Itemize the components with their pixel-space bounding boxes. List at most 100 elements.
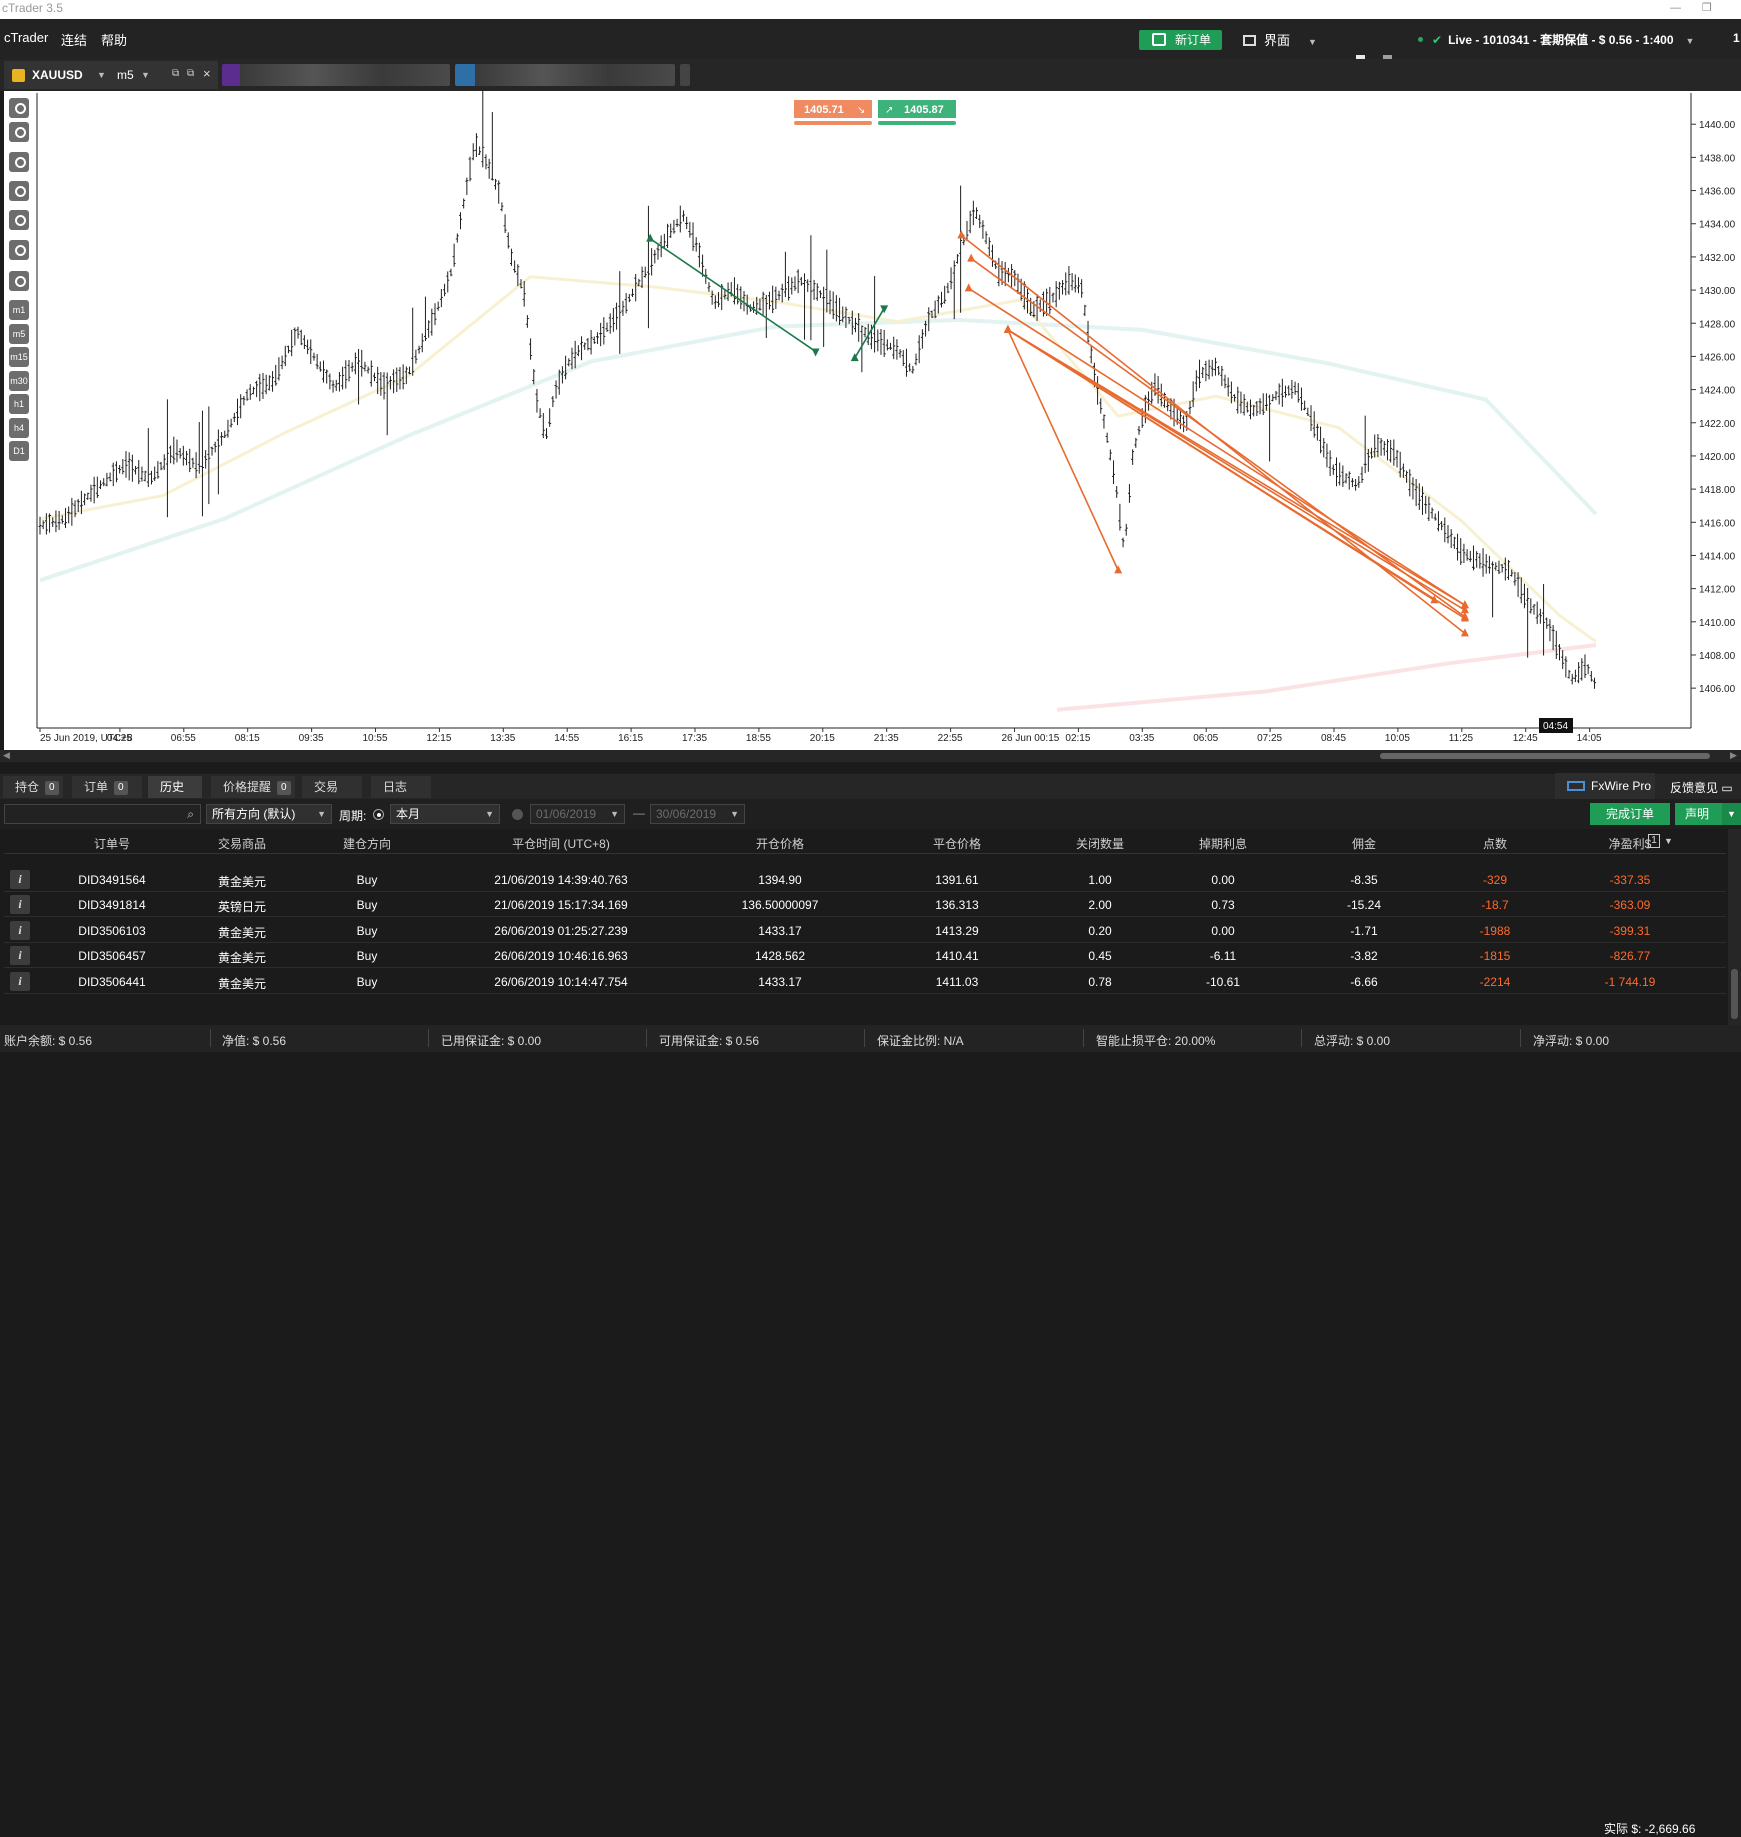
table-cell: DID3506441 bbox=[78, 974, 146, 989]
chevron-down-icon[interactable]: ▼ bbox=[1722, 803, 1741, 825]
direction-select[interactable]: 所有方向 (默认) ▼ bbox=[206, 804, 332, 824]
column-header[interactable]: 订单号 bbox=[42, 835, 182, 852]
layout-button[interactable]: 界面 ▼ bbox=[1243, 30, 1317, 49]
account-selector[interactable]: ✔ Live - 1010341 - 套期保值 - $ 0.56 - 1:400 ▼ bbox=[1418, 31, 1694, 48]
table-cell: 黄金美元 bbox=[217, 875, 266, 889]
chart-tab-xauusd[interactable]: XAUUSD ▼ m5 ▼ ⧉ ⧉ × bbox=[4, 61, 218, 89]
table-row[interactable]: i DID3506103 黄金美元 Buy 26/06/2019 01:25:27.23… bbox=[4, 918, 1726, 943]
chart-horizontal-scrollbar[interactable]: ◀ ▶ bbox=[0, 750, 1741, 762]
drawing-icon[interactable] bbox=[9, 210, 29, 230]
m1-icon[interactable]: m1 bbox=[9, 300, 29, 320]
net-profit-setting-badge[interactable]: 1 bbox=[1648, 834, 1660, 848]
column-header[interactable]: 开仓价格 bbox=[700, 835, 860, 852]
complete-orders-button[interactable]: 完成订单 bbox=[1590, 803, 1670, 825]
chart-area[interactable]: 1440.00 1438.00 1436.00 1434.00 1432.00 1430.… bbox=[4, 86, 1741, 750]
symbol-label[interactable]: XAUUSD bbox=[32, 68, 83, 82]
price-tick-label: 1438.00 bbox=[1699, 153, 1736, 164]
column-header[interactable]: 交易商品 bbox=[187, 835, 297, 852]
fxwire-button[interactable]: FxWire Pro bbox=[1555, 773, 1655, 799]
scroll-thumb[interactable] bbox=[1380, 753, 1710, 759]
table-vertical-scrollbar[interactable] bbox=[1728, 829, 1741, 1025]
menu-connect[interactable]: 连结 bbox=[61, 30, 87, 49]
m15-icon[interactable]: m15 bbox=[9, 347, 29, 367]
table-cell: 1433.17 bbox=[758, 923, 802, 938]
cursor-icon[interactable] bbox=[9, 181, 29, 201]
column-header[interactable]: 佣金 bbox=[1304, 835, 1424, 852]
minimize-icon[interactable]: — bbox=[1670, 0, 1681, 17]
tab-orders[interactable]: 订单 0 bbox=[72, 776, 142, 798]
column-header[interactable]: 关闭数量 bbox=[1050, 835, 1150, 852]
scroll-right-icon[interactable]: ▶ bbox=[1730, 750, 1737, 761]
custom-range-radio[interactable] bbox=[512, 809, 523, 820]
h4-icon[interactable]: h4 bbox=[9, 418, 29, 438]
zoom-out-icon[interactable] bbox=[9, 122, 29, 142]
date-from-input[interactable]: 01/06/2019 ▼ bbox=[530, 804, 625, 824]
sort-desc-icon[interactable]: ▼ bbox=[1664, 836, 1673, 846]
zoom-in-icon[interactable] bbox=[9, 98, 29, 118]
table-row[interactable]: i DID3491814 英镑日元 Buy 21/06/2019 15:17:34.16… bbox=[4, 892, 1726, 918]
menu-ctrader[interactable]: cTrader bbox=[4, 30, 48, 45]
tab-trades[interactable]: 交易 bbox=[302, 776, 362, 798]
gold-icon bbox=[12, 69, 25, 82]
table-cell: 1.00 bbox=[1088, 873, 1112, 887]
h1-icon[interactable]: h1 bbox=[9, 394, 29, 414]
search-input[interactable]: ⌕ bbox=[4, 804, 201, 824]
period-radio[interactable] bbox=[373, 809, 384, 820]
restore-icon[interactable]: ❐ bbox=[1702, 0, 1712, 17]
chart-tab-obscured[interactable] bbox=[455, 64, 675, 86]
tab-history[interactable]: 历史 bbox=[148, 776, 202, 798]
table-cell: 0.20 bbox=[1088, 923, 1112, 938]
info-icon[interactable]: i bbox=[10, 971, 30, 991]
detach-icon[interactable]: ⧉ bbox=[172, 68, 179, 79]
info-icon[interactable]: i bbox=[10, 946, 30, 966]
scroll-left-icon[interactable]: ◀ bbox=[3, 750, 10, 761]
table-row[interactable]: i DID3506457 黄金美元 Buy 26/06/2019 10:46:16.96… bbox=[4, 943, 1726, 969]
m5-icon[interactable]: m5 bbox=[9, 324, 29, 344]
table-cell: -18.7 bbox=[1481, 898, 1509, 913]
column-header[interactable]: 点数 bbox=[1440, 835, 1550, 852]
link-icon[interactable]: ⧉ bbox=[187, 68, 194, 79]
chart-tab-obscured[interactable] bbox=[222, 64, 450, 86]
chevron-down-icon[interactable]: ▼ bbox=[141, 70, 150, 80]
info-icon[interactable]: i bbox=[10, 920, 30, 940]
date-to-input[interactable]: 30/06/2019 ▼ bbox=[650, 804, 745, 824]
chevron-down-icon[interactable]: ▼ bbox=[97, 70, 106, 80]
chevron-down-icon: ▼ bbox=[730, 809, 739, 819]
status-bar: 账户余额: $ 0.56 净值: $ 0.56 已用保证金: $ 0.00 可用… bbox=[0, 1025, 1741, 1052]
d1-icon[interactable]: D1 bbox=[9, 441, 29, 461]
bar-chart-icon[interactable] bbox=[9, 152, 29, 172]
scroll-thumb[interactable] bbox=[1731, 969, 1738, 1019]
price-tick-label: 1440.00 bbox=[1699, 120, 1736, 131]
column-header[interactable]: 建仓方向 bbox=[322, 835, 412, 852]
column-header[interactable]: 平仓时间 (UTC+8) bbox=[446, 835, 676, 852]
price-chart[interactable]: 1440.00 1438.00 1436.00 1434.00 1432.00 1430.… bbox=[4, 86, 1741, 750]
time-tick-label: 08:45 bbox=[1321, 733, 1346, 744]
column-header[interactable]: 平仓价格 bbox=[877, 835, 1037, 852]
sell-volume-bar bbox=[794, 121, 872, 125]
tab-positions[interactable]: 持仓 0 bbox=[3, 776, 63, 798]
statement-button[interactable]: 声明 bbox=[1675, 803, 1729, 825]
period-select[interactable]: 本月 ▼ bbox=[390, 804, 500, 824]
table-row[interactable]: i DID3506441 黄金美元 Buy 26/06/2019 10:14:47.75… bbox=[4, 969, 1726, 994]
table-row[interactable]: i DID3491564 黄金美元 Buy 21/06/2019 14:39:40.76… bbox=[4, 867, 1726, 892]
person-icon[interactable] bbox=[9, 240, 29, 260]
feedback-link[interactable]: 反馈意见 ▭ bbox=[1670, 779, 1733, 796]
tab-label: 价格提醒 bbox=[223, 780, 272, 794]
timeframe-label[interactable]: m5 bbox=[117, 68, 134, 82]
m30-icon[interactable]: m30 bbox=[9, 371, 29, 391]
new-order-button[interactable]: 新订单 bbox=[1139, 30, 1222, 50]
total-net-profit: 实际 $: -2,669.66 bbox=[1604, 1822, 1696, 1836]
time-axis: 25 Jun 2019, UTC+804:25 06:55 08:15 09:35 10… bbox=[39, 728, 1602, 744]
info-icon[interactable]: i bbox=[10, 895, 30, 915]
tab-journal[interactable]: 日志 bbox=[371, 776, 431, 798]
menu-help[interactable]: 帮助 bbox=[101, 30, 127, 49]
close-icon[interactable]: × bbox=[203, 66, 211, 81]
info-icon[interactable]: i bbox=[10, 870, 30, 889]
tab-price-alerts[interactable]: 价格提醒 0 bbox=[211, 776, 295, 798]
chart-tab-obscured[interactable] bbox=[680, 64, 690, 86]
price-tick-label: 1412.00 bbox=[1699, 585, 1736, 596]
table-cell: 21/06/2019 14:39:40.763 bbox=[494, 873, 628, 887]
table-cell: 1411.03 bbox=[935, 974, 979, 989]
column-header[interactable]: 掉期利息 bbox=[1163, 835, 1283, 852]
screenshot-icon[interactable] bbox=[9, 271, 29, 291]
